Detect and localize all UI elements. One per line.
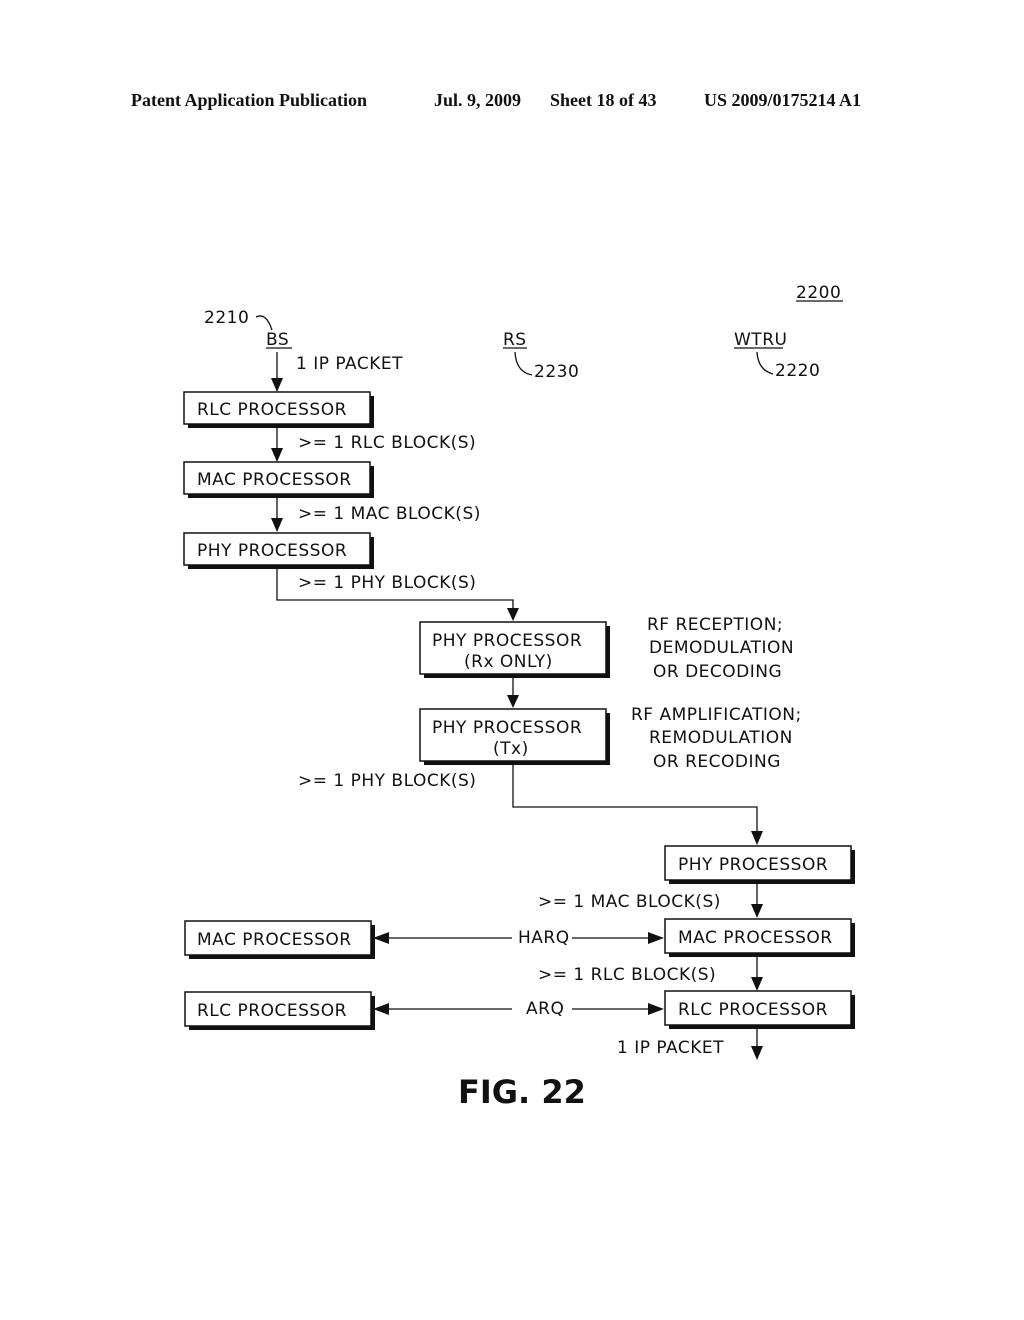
bs-phy-processor-box: PHY PROCESSOR [183, 532, 374, 569]
rs-phy-rx-label-line1: PHY PROCESSOR [432, 631, 582, 651]
ip-out-label: 1 IP PACKET [617, 1038, 724, 1058]
arrow-down-icon [751, 831, 763, 845]
arrow-down-icon [271, 378, 283, 392]
bs-rlc-processor-box: RLC PROCESSOR [183, 391, 374, 428]
arrow-down-icon [751, 1046, 763, 1060]
wtru-rlc-processor-box: RLC PROCESSOR [664, 990, 855, 1029]
protocol-diagram: 2200 2210 BS RS 2230 WTRU 2220 1 IP PACK… [183, 283, 855, 1111]
wtru-mac-processor-label: MAC PROCESSOR [678, 928, 833, 948]
wtru-mac-processor-box: MAC PROCESSOR [664, 918, 855, 957]
arrow-right-icon [648, 1003, 664, 1015]
rs-ref: 2230 [534, 362, 579, 382]
rs-phy-tx-label-line1: PHY PROCESSOR [432, 718, 582, 738]
wtru-phy-processor-box: PHY PROCESSOR [664, 845, 855, 884]
figure-label: FIG. 22 [458, 1073, 586, 1111]
arrow-down-icon [507, 695, 519, 708]
phy-blocks-label: >= 1 PHY BLOCK(S) [298, 573, 476, 593]
rs-rx-note-line3: OR DECODING [653, 662, 782, 682]
bs-mac-processor-box: MAC PROCESSOR [183, 461, 374, 498]
arrow-down-icon [271, 448, 283, 462]
arq-label: ARQ [526, 999, 564, 1019]
rlc-blocks-label: >= 1 RLC BLOCK(S) [298, 433, 476, 453]
arrow-down-icon [751, 904, 763, 918]
rs-rx-note-line2: DEMODULATION [649, 638, 794, 658]
wtru-rlc-processor-label: RLC PROCESSOR [678, 1000, 828, 1020]
mac-blocks-label: >= 1 MAC BLOCK(S) [298, 504, 481, 524]
arrow-down-icon [751, 977, 763, 991]
wtru-label: WTRU [734, 330, 787, 350]
bs-ref-leader [255, 315, 273, 331]
arrow-down-icon [507, 608, 519, 621]
rs-label: RS [503, 330, 527, 350]
bs-mac-processor-label: MAC PROCESSOR [197, 470, 352, 490]
rs-tx-note-line3: OR RECODING [653, 752, 781, 772]
bs-mac-processor-lower-box: MAC PROCESSOR [184, 920, 375, 959]
wtru-ref-leader [756, 351, 774, 375]
rs-tx-note-line1: RF AMPLIFICATION; [631, 705, 802, 725]
arrow-right-icon [648, 932, 664, 944]
rs-tx-note-line2: REMODULATION [649, 728, 793, 748]
rs-phy-tx-label-line2: (Tx) [493, 739, 529, 759]
rs-ref-leader [514, 351, 533, 376]
rs-phy-rx-label-line2: (Rx ONLY) [464, 652, 553, 672]
bs-label: BS [266, 330, 289, 350]
arrow-left-icon [373, 1003, 389, 1015]
wtru-phy-processor-label: PHY PROCESSOR [678, 855, 828, 875]
bs-mac-processor-lower-label: MAC PROCESSOR [197, 930, 352, 950]
bs-ref: 2210 [204, 308, 249, 328]
arrow-left-icon [373, 932, 389, 944]
bs-phy-processor-label: PHY PROCESSOR [197, 541, 347, 561]
wtru-ref: 2220 [775, 361, 820, 381]
wtru-mac-blocks-label: >= 1 MAC BLOCK(S) [538, 892, 721, 912]
bs-rlc-processor-label: RLC PROCESSOR [197, 400, 347, 420]
rs-rx-note-line1: RF RECEPTION; [647, 615, 783, 635]
bs-rlc-processor-lower-label: RLC PROCESSOR [197, 1001, 347, 1021]
wtru-rlc-blocks-label: >= 1 RLC BLOCK(S) [538, 965, 716, 985]
rs-phy-tx-processor-box: PHY PROCESSOR (Tx) [419, 708, 610, 765]
rs-to-wtru-line [512, 765, 758, 833]
harq-label: HARQ [518, 928, 570, 948]
rs-phy-blocks-label: >= 1 PHY BLOCK(S) [298, 771, 476, 791]
bs-rlc-processor-lower-box: RLC PROCESSOR [184, 991, 375, 1030]
ip-in-label: 1 IP PACKET [296, 354, 403, 374]
arrow-down-icon [271, 518, 283, 532]
diagram-ref-number: 2200 [796, 283, 841, 303]
rs-phy-rx-processor-box: PHY PROCESSOR (Rx ONLY) [419, 621, 610, 678]
